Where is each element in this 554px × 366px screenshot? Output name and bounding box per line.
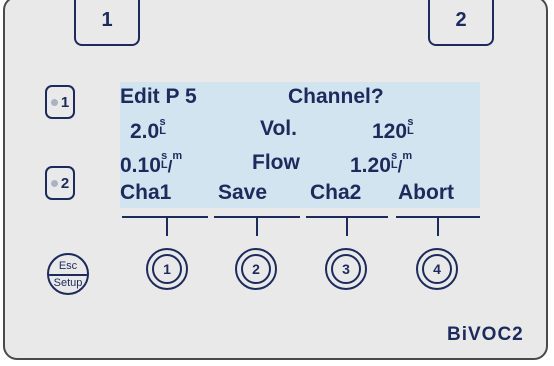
softkey-label-1: Cha1 xyxy=(120,181,172,204)
flow-right-unit: sL xyxy=(390,150,398,171)
lcd-flow-left: 0.10 s L / m xyxy=(120,150,183,177)
lcd-volume-label: Vol. xyxy=(260,117,297,140)
lcd-line-1-left: Edit P 5 xyxy=(120,85,197,108)
tab-1-label: 1 xyxy=(101,8,113,31)
softkey-label-2: Save xyxy=(218,181,268,204)
softkey-button-1[interactable]: 1 xyxy=(146,248,188,290)
flow-right-value: 1.20 xyxy=(350,154,391,177)
softkey-label-4: Abort xyxy=(398,181,454,204)
side-button-1[interactable]: 1 xyxy=(45,85,75,119)
tab-1[interactable]: 1 xyxy=(74,0,140,46)
softkey-label-3: Cha2 xyxy=(310,181,362,204)
softkey-button-4[interactable]: 4 xyxy=(416,248,458,290)
volume-right-unit: sL xyxy=(407,116,414,137)
softkey-connector-4 xyxy=(437,216,439,236)
softkey-button-4-label: 4 xyxy=(422,254,452,284)
esc-label: Esc xyxy=(58,260,78,272)
led-indicator-icon xyxy=(50,98,58,106)
side-button-2[interactable]: 2 xyxy=(45,166,75,200)
flow-left-per-unit: m xyxy=(172,150,183,162)
lcd-line-1-right: Channel? xyxy=(288,85,384,108)
esc-setup-button[interactable]: Esc Setup xyxy=(47,253,89,295)
led-indicator-icon xyxy=(50,179,58,187)
tab-2[interactable]: 2 xyxy=(428,0,494,46)
softkey-connector-1 xyxy=(166,216,168,236)
volume-left-unit: sL xyxy=(159,116,166,137)
softkey-button-1-label: 1 xyxy=(152,254,182,284)
side-button-2-label: 2 xyxy=(60,174,70,192)
flow-left-unit: sL xyxy=(160,150,168,171)
softkey-button-3-label: 3 xyxy=(331,254,361,284)
lcd-flow-label: Flow xyxy=(252,151,300,174)
brand-logo: BiVOC2 xyxy=(447,324,524,345)
softkey-button-2-label: 2 xyxy=(241,254,271,284)
volume-left-value: 2.0 xyxy=(130,120,160,143)
flow-left-value: 0.10 xyxy=(120,154,161,177)
flow-right-per-unit: m xyxy=(402,150,413,162)
setup-label: Setup xyxy=(53,277,83,289)
softkey-connector-2 xyxy=(256,216,258,236)
lcd-flow-right: 1.20 s L / m xyxy=(350,150,413,177)
softkey-connector-3 xyxy=(346,216,348,236)
lcd-display: Edit P 5 Channel? 2.0 s L Vol. 120 s L 0.10 s… xyxy=(120,82,480,208)
softkey-button-3[interactable]: 3 xyxy=(325,248,367,290)
lcd-volume-left: 2.0 s L xyxy=(130,116,166,143)
esc-divider xyxy=(49,274,87,276)
softkey-button-2[interactable]: 2 xyxy=(235,248,277,290)
tab-2-label: 2 xyxy=(455,8,467,31)
volume-right-value: 120 xyxy=(372,120,408,143)
lcd-volume-right: 120 s L xyxy=(372,116,414,143)
side-button-1-label: 1 xyxy=(60,93,70,111)
softkey-bracket-1 xyxy=(122,216,208,218)
